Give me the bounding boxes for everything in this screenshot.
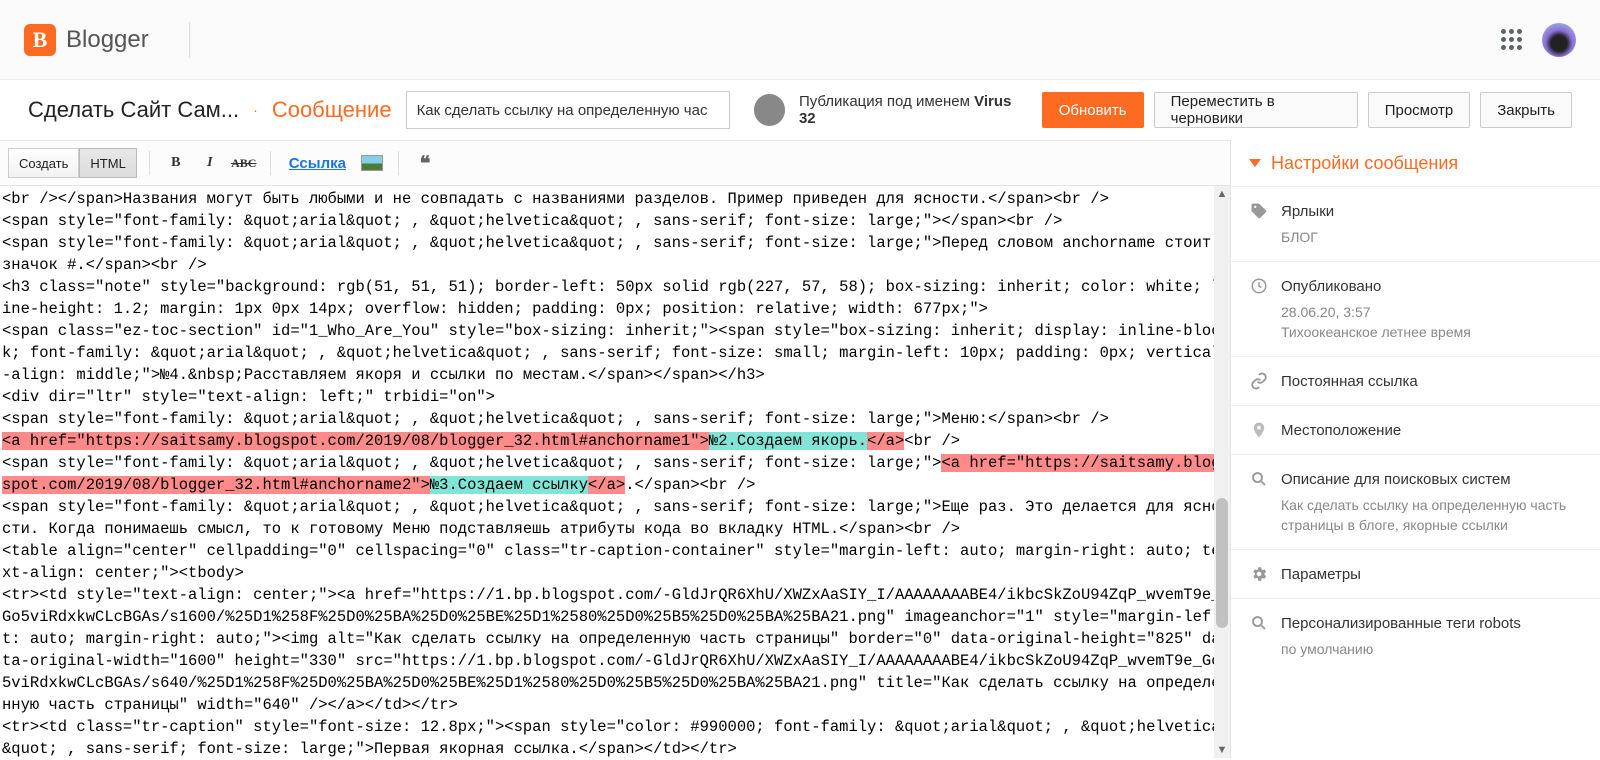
compose-tab[interactable]: Создать	[8, 148, 79, 178]
html-editor[interactable]: <br /></span>Названия могут быть любыми …	[0, 186, 1230, 758]
author-avatar	[754, 94, 785, 126]
post-type: Сообщение	[272, 97, 392, 123]
location-section[interactable]: Местоположение	[1249, 420, 1582, 440]
bold-icon[interactable]: B	[162, 148, 190, 178]
update-button[interactable]: Обновить	[1042, 92, 1144, 128]
published-date: 28.06.20, 3:57Тихоокеанское летнее время	[1249, 296, 1582, 342]
apps-icon[interactable]	[1501, 29, 1522, 50]
scroll-up-icon[interactable]: ▲	[1214, 186, 1230, 202]
scroll-down-icon[interactable]: ▼	[1214, 742, 1230, 758]
topbar: B Blogger	[0, 0, 1600, 80]
options-section[interactable]: Параметры	[1249, 564, 1582, 584]
settings-header[interactable]: Настройки сообщения	[1231, 140, 1600, 186]
brand-name: Blogger	[66, 26, 149, 54]
image-icon[interactable]	[358, 148, 386, 178]
blogger-logo-icon[interactable]: B	[24, 24, 56, 56]
chevron-down-icon	[1249, 159, 1261, 167]
separator	[149, 151, 150, 175]
search-icon	[1249, 469, 1269, 489]
search-description-value: Как сделать ссылку на определенную часть…	[1249, 489, 1582, 535]
quote-icon[interactable]: ❝	[411, 148, 439, 178]
publish-as: Публикация под именем Virus 32	[799, 93, 1028, 127]
labels-section[interactable]: Ярлыки	[1249, 201, 1582, 221]
user-avatar[interactable]	[1542, 23, 1576, 57]
clock-icon	[1249, 276, 1269, 296]
preview-button[interactable]: Просмотр	[1368, 92, 1471, 128]
editor-toolbar: Создать HTML B I ABC Ссылка ❝	[0, 140, 1230, 186]
location-icon	[1249, 420, 1269, 440]
italic-icon[interactable]: I	[196, 148, 224, 178]
published-section[interactable]: Опубликовано	[1249, 276, 1582, 296]
robots-section[interactable]: Персонализированные теги robots	[1249, 613, 1582, 633]
separator	[270, 151, 271, 175]
revert-button[interactable]: Переместить в черновики	[1154, 92, 1358, 128]
gear-icon	[1249, 564, 1269, 584]
scroll-thumb[interactable]	[1216, 498, 1228, 628]
scrollbar[interactable]: ▲ ▼	[1214, 186, 1230, 758]
html-tab[interactable]: HTML	[79, 148, 136, 178]
tag-icon	[1249, 201, 1269, 221]
permalink-section[interactable]: Постоянная ссылка	[1249, 371, 1582, 391]
blog-title[interactable]: Сделать Сайт Сам...	[28, 97, 239, 123]
separator-dot: ·	[253, 102, 258, 118]
editor-header: Сделать Сайт Сам... · Сообщение Публикац…	[0, 80, 1600, 140]
labels-value: БЛОГ	[1249, 221, 1582, 247]
separator	[189, 22, 190, 58]
robots-value: по умолчанию	[1249, 633, 1582, 659]
strike-icon[interactable]: ABC	[230, 148, 258, 178]
separator	[398, 151, 399, 175]
link-icon	[1249, 371, 1269, 391]
post-title-input[interactable]	[406, 91, 730, 129]
close-button[interactable]: Закрыть	[1480, 92, 1572, 128]
search-description-section[interactable]: Описание для поисковых систем	[1249, 469, 1582, 489]
search-icon	[1249, 613, 1269, 633]
post-settings-sidebar: Настройки сообщения Ярлыки БЛОГ Опублико…	[1230, 140, 1600, 758]
link-button[interactable]: Ссылка	[283, 155, 352, 172]
